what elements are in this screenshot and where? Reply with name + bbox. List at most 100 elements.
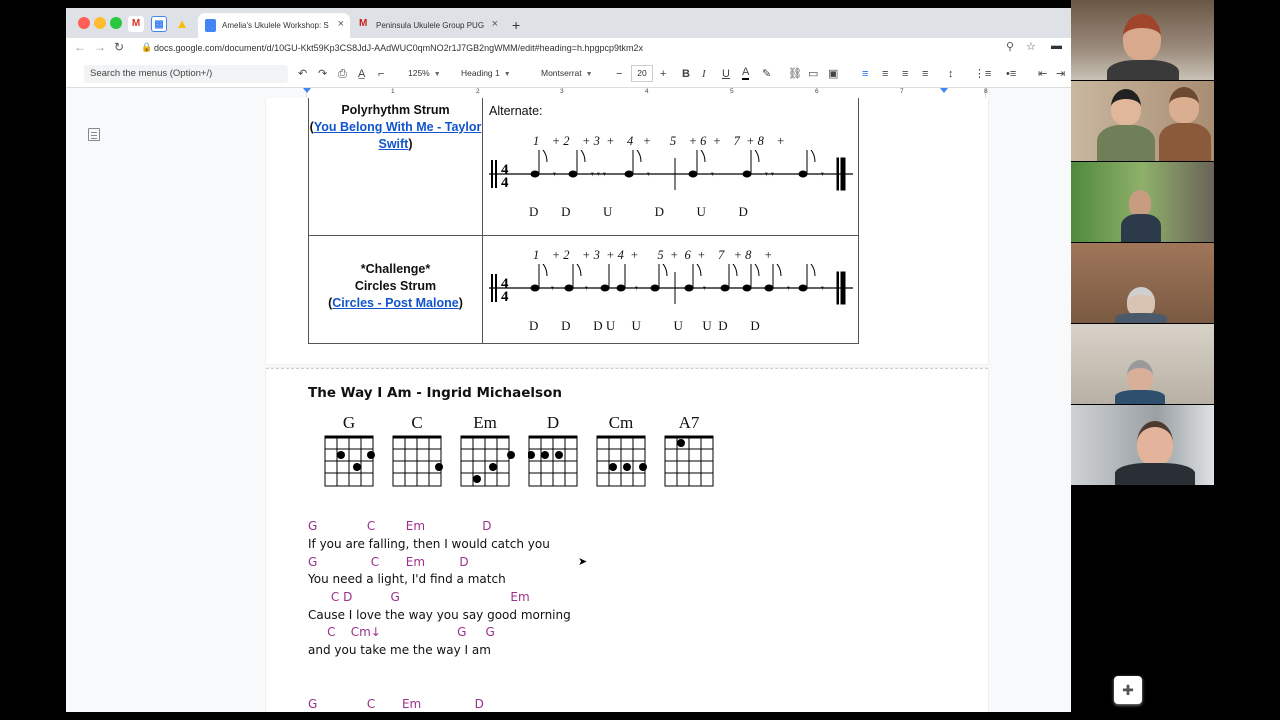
font-select[interactable]: Montserrat ▼ <box>541 68 593 78</box>
gmail-tab-icon[interactable]: M <box>128 16 144 32</box>
text-color-icon[interactable]: A <box>742 66 750 80</box>
chord-diagram-d: D <box>528 413 590 513</box>
comment-icon[interactable]: ▭ <box>808 66 818 82</box>
font-value: Montserrat <box>541 68 582 78</box>
decrease-font-size-icon[interactable]: − <box>616 66 622 82</box>
spellcheck-icon[interactable]: A̲ <box>358 66 365 82</box>
svg-text:𝄾: 𝄾 <box>821 169 824 181</box>
video-tile-participant-4[interactable] <box>1071 243 1214 323</box>
decrease-indent-icon[interactable]: ⇤ <box>1038 66 1047 82</box>
video-tile-participant-5[interactable] <box>1071 324 1214 404</box>
chord-name: Cm <box>608 413 634 432</box>
tab-strip: M ▦ ▲ Amelia's Ukulele Workshop: S × M P… <box>66 8 1071 38</box>
strum-directions: D D U D U D <box>529 204 748 219</box>
back-arrow-icon[interactable]: ← <box>74 40 86 54</box>
bookmark-star-icon[interactable]: ☆ <box>1026 40 1036 53</box>
svg-text:𝄾 𝄾 𝄾: 𝄾 𝄾 𝄾 <box>591 169 606 181</box>
align-center-icon[interactable]: ≡ <box>882 66 888 82</box>
document-outline-icon[interactable] <box>88 128 100 141</box>
navigation-bar: ← → ↻ 🔒 docs.google.com/document/d/10GU-… <box>66 38 1071 60</box>
chord-diagram-c: C <box>392 413 454 513</box>
browser-window: M ▦ ▲ Amelia's Ukulele Workshop: S × M P… <box>66 8 1071 712</box>
align-left-icon[interactable]: ≡ <box>862 66 868 82</box>
menu-search-input[interactable]: Search the menus (Option+/) <box>84 65 288 83</box>
challenge-label: *Challenge* <box>360 262 431 276</box>
close-tab-icon[interactable]: × <box>492 18 498 30</box>
chord-grid <box>460 435 515 487</box>
document-page: The Way I Am - Ingrid Michaelson G C Em … <box>266 368 988 712</box>
chord-name: Em <box>473 413 497 432</box>
close-tab-icon[interactable]: × <box>338 18 344 30</box>
ruler-number: 6 <box>815 88 819 95</box>
song-link[interactable]: You Belong With Me - Taylor Swift <box>314 120 481 151</box>
underline-icon[interactable]: U <box>722 66 730 82</box>
video-tile-participant-1[interactable] <box>1071 0 1214 80</box>
link-icon[interactable]: ⛓ <box>788 66 802 82</box>
chevron-down-icon: ▼ <box>585 71 593 78</box>
forward-arrow-icon[interactable]: → <box>94 40 106 54</box>
chord-grid <box>596 435 647 487</box>
svg-text:𝄾: 𝄾 <box>647 169 650 181</box>
paint-format-icon[interactable]: ⌐ <box>378 66 384 82</box>
svg-text:𝄾: 𝄾 <box>703 283 706 295</box>
font-size-input[interactable]: 20 <box>631 65 653 82</box>
new-tab-button[interactable]: + <box>506 13 526 38</box>
svg-text:4: 4 <box>501 289 509 305</box>
video-tile-participant-2[interactable] <box>1071 81 1214 161</box>
italic-icon[interactable]: I <box>702 66 706 82</box>
document-canvas[interactable]: Polyrhythm Strum (You Belong With Me - T… <box>66 98 1071 712</box>
bulleted-list-icon[interactable]: •≡ <box>1006 66 1016 82</box>
docs-toolbar: Search the menus (Option+/) ↶ ↷ ⎙ A̲ ⌐ 1… <box>66 60 1071 88</box>
close-window-button[interactable] <box>78 17 90 29</box>
increase-font-size-icon[interactable]: + <box>660 66 666 82</box>
ruler-number: 2 <box>476 88 480 95</box>
chord-grid <box>664 435 714 487</box>
increase-indent-icon[interactable]: ⇥ <box>1056 66 1065 82</box>
rhythm-staff: 4 4 𝄾 𝄾 𝄾 𝄾 𝄾 𝄾 𝄾 𝄾 𝄾 <box>489 150 853 191</box>
docs-icon <box>205 19 216 32</box>
line-spacing-icon[interactable]: ↕ <box>948 66 954 82</box>
minimize-window-button[interactable] <box>94 17 106 29</box>
lyric-line: and you take me the way I am <box>308 643 491 657</box>
chord-diagram-a7: A7 <box>664 413 726 513</box>
justify-icon[interactable]: ≡ <box>922 66 928 82</box>
video-tile-participant-6[interactable] <box>1071 405 1214 485</box>
tab-peninsula-ukulele[interactable]: M Peninsula Ukulele Group PUG × <box>352 13 504 38</box>
tab-label: Peninsula Ukulele Group PUG <box>376 21 485 30</box>
numbered-list-icon[interactable]: ⋮≡ <box>974 66 991 82</box>
right-indent-marker[interactable] <box>940 88 948 93</box>
reload-icon[interactable]: ↻ <box>114 40 124 54</box>
tab-label: Amelia's Ukulele Workshop: S <box>222 21 329 30</box>
calendar-tab-icon[interactable]: ▦ <box>151 16 167 32</box>
strum-name: Circles Strum <box>354 279 437 293</box>
zoom-window-button[interactable] <box>110 17 122 29</box>
highlight-icon[interactable]: ✎ <box>762 66 771 82</box>
extension-icon[interactable]: ▬ <box>1051 40 1062 52</box>
document-page: Polyrhythm Strum (You Belong With Me - T… <box>266 98 988 364</box>
style-select[interactable]: Heading 1 ▼ <box>461 68 511 78</box>
undo-icon[interactable]: ↶ <box>298 66 307 82</box>
left-indent-marker[interactable] <box>303 88 311 93</box>
ruler-number: 5 <box>730 88 734 95</box>
redo-icon[interactable]: ↷ <box>318 66 327 82</box>
svg-text:𝄾: 𝄾 <box>585 283 588 295</box>
image-icon[interactable]: ▣ <box>828 66 838 82</box>
svg-text:4: 4 <box>501 175 509 191</box>
song-title: The Way I Am - Ingrid Michaelson <box>308 385 562 401</box>
lyric-line: Cause I love the way you say good mornin… <box>308 608 571 622</box>
align-right-icon[interactable]: ≡ <box>902 66 908 82</box>
address-bar[interactable]: 🔒 docs.google.com/document/d/10GU-Kkt59K… <box>136 40 1036 58</box>
print-icon[interactable]: ⎙ <box>338 66 347 82</box>
ruler-number: 4 <box>645 88 649 95</box>
video-tile-participant-3[interactable] <box>1071 162 1214 242</box>
tab-amelias-workshop[interactable]: Amelia's Ukulele Workshop: S × <box>198 13 350 38</box>
search-icon[interactable]: ⚲ <box>1006 40 1014 53</box>
explore-button[interactable]: ✚ <box>1114 676 1142 704</box>
bold-icon[interactable]: B <box>682 66 690 82</box>
svg-text:𝄾: 𝄾 <box>551 283 554 295</box>
zoom-select[interactable]: 125% ▼ <box>408 68 441 78</box>
beat-counts: 1 + 2 + 3 + 4 + 5 + 6 + 7 + 8 + <box>533 134 785 148</box>
song-link[interactable]: Circles - Post Malone <box>332 296 458 310</box>
drive-tab-icon[interactable]: ▲ <box>174 16 190 32</box>
rhythm-notation: 1 + 2 + 3 + 4 + 5 + 6 + 7 + 8 + 4 4 𝄾 � <box>489 134 855 234</box>
